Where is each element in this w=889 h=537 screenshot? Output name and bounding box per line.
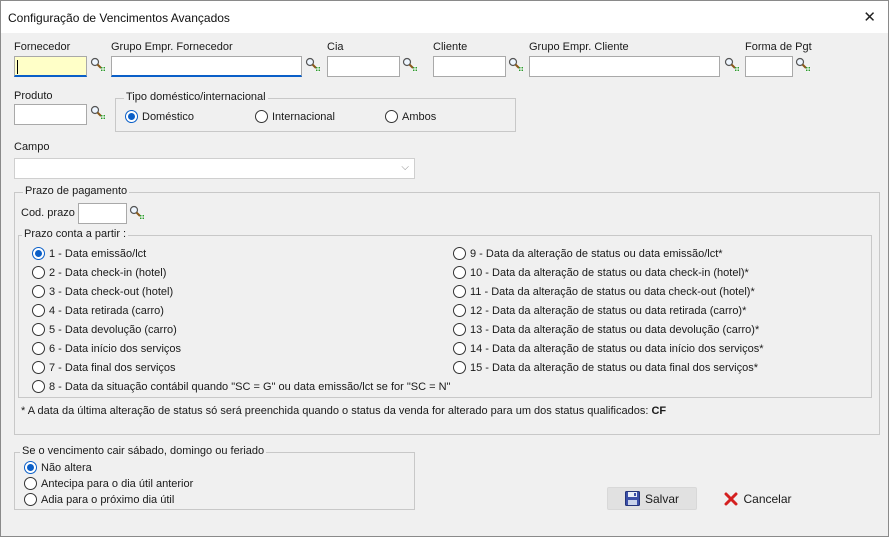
prazo-option-4[interactable]: 4 - Data retirada (carro) [32,304,164,317]
cia-input[interactable] [327,56,400,77]
prazo-option-13[interactable]: 13 - Data da alteração de status ou data… [453,323,759,336]
prazo-option-5[interactable]: 5 - Data devolução (carro) [32,323,177,336]
prazo-option-14[interactable]: 14 - Data da alteração de status ou data… [453,342,764,355]
cliente-label: Cliente [433,41,468,53]
produto-label: Produto [14,90,53,102]
prazo-conta-group: Prazo conta a partir : 1 - Data emissão/… [18,228,872,398]
forma-pgt-label: Forma de Pgt [745,41,812,53]
prazo-pagamento-group: Prazo de pagamento Cod. prazo Prazo cont… [14,185,880,435]
grupo-cliente-input[interactable] [529,56,720,77]
prazo-option-10[interactable]: 10 - Data da alteração de status ou data… [453,266,749,279]
forma-pgt-search-icon[interactable] [795,57,811,73]
chevron-down-icon: ⌵ [401,162,409,173]
prazo-option-15[interactable]: 15 - Data da alteração de status ou data… [453,361,758,374]
weekend-adia-radio[interactable]: Adia para o próximo dia útil [24,493,174,506]
fornecedor-label: Fornecedor [14,41,71,53]
tipo-legend: Tipo doméstico/internacional [124,91,268,103]
fornecedor-search-icon[interactable] [90,57,106,73]
cod-prazo-input[interactable] [78,203,127,224]
prazo-option-9[interactable]: 9 - Data da alteração de status ou data … [453,247,723,260]
cia-search-icon[interactable] [402,57,418,73]
prazo-option-6[interactable]: 6 - Data início dos serviços [32,342,181,355]
grupo-fornecedor-input[interactable] [111,56,302,77]
tipo-internacional-radio[interactable]: Internacional [255,110,335,123]
campo-label: Campo [14,141,50,153]
fornecedor-input[interactable] [14,56,87,77]
campo-select[interactable]: ⌵ [14,158,415,179]
weekend-group: Se o vencimento cair sábado, domingo ou … [14,445,415,510]
weekend-antecipa-radio[interactable]: Antecipa para o dia útil anterior [24,477,193,490]
cod-prazo-search-icon[interactable] [129,205,145,221]
title-bar: Configuração de Vencimentos Avançados ✕ [1,1,888,33]
prazo-option-12[interactable]: 12 - Data da alteração de status ou data… [453,304,746,317]
tipo-ambos-radio[interactable]: Ambos [385,110,436,123]
cod-prazo-label: Cod. prazo [21,207,75,219]
dialog-window: Configuração de Vencimentos Avançados ✕ … [0,0,889,537]
prazo-option-2[interactable]: 2 - Data check-in (hotel) [32,266,166,279]
prazo-option-7[interactable]: 7 - Data final dos serviços [32,361,176,374]
grupo-fornecedor-search-icon[interactable] [305,57,321,73]
grupo-cliente-label: Grupo Empr. Cliente [529,41,629,53]
grupo-fornecedor-label: Grupo Empr. Fornecedor [111,41,233,53]
produto-search-icon[interactable] [90,105,106,121]
status-note: * A data da última alteração de status s… [21,405,666,417]
prazo-pagamento-legend: Prazo de pagamento [23,185,130,197]
close-icon[interactable]: ✕ [863,8,876,26]
save-label: Salvar [644,491,679,506]
produto-input[interactable] [14,104,87,125]
prazo-option-8[interactable]: 8 - Data da situação contábil quando "SC… [32,380,450,393]
tipo-group: Tipo doméstico/internacional Doméstico I… [115,91,516,132]
prazo-option-11[interactable]: 11 - Data da alteração de status ou data… [453,285,755,298]
cliente-input[interactable] [433,56,506,77]
grupo-cliente-search-icon[interactable] [724,57,740,73]
weekend-nao-altera-radio[interactable]: Não altera [24,461,92,474]
cliente-search-icon[interactable] [508,57,524,73]
prazo-option-3[interactable]: 3 - Data check-out (hotel) [32,285,173,298]
red-x-icon [724,492,738,506]
status-note-code: CF [651,405,667,417]
status-note-text: * A data da última alteração de status s… [21,405,649,417]
floppy-disk-icon [624,491,640,506]
cia-label: Cia [327,41,344,53]
prazo-conta-legend: Prazo conta a partir : [22,228,129,240]
window-title: Configuração de Vencimentos Avançados [8,11,230,25]
cancel-label: Cancelar [743,491,792,506]
prazo-option-1[interactable]: 1 - Data emissão/lct [32,247,146,260]
cancel-button[interactable]: Cancelar [718,487,798,510]
tipo-domestico-radio[interactable]: Doméstico [125,110,194,123]
forma-pgt-input[interactable] [745,56,793,77]
weekend-legend: Se o vencimento cair sábado, domingo ou … [20,445,267,457]
save-button[interactable]: Salvar [607,487,697,510]
